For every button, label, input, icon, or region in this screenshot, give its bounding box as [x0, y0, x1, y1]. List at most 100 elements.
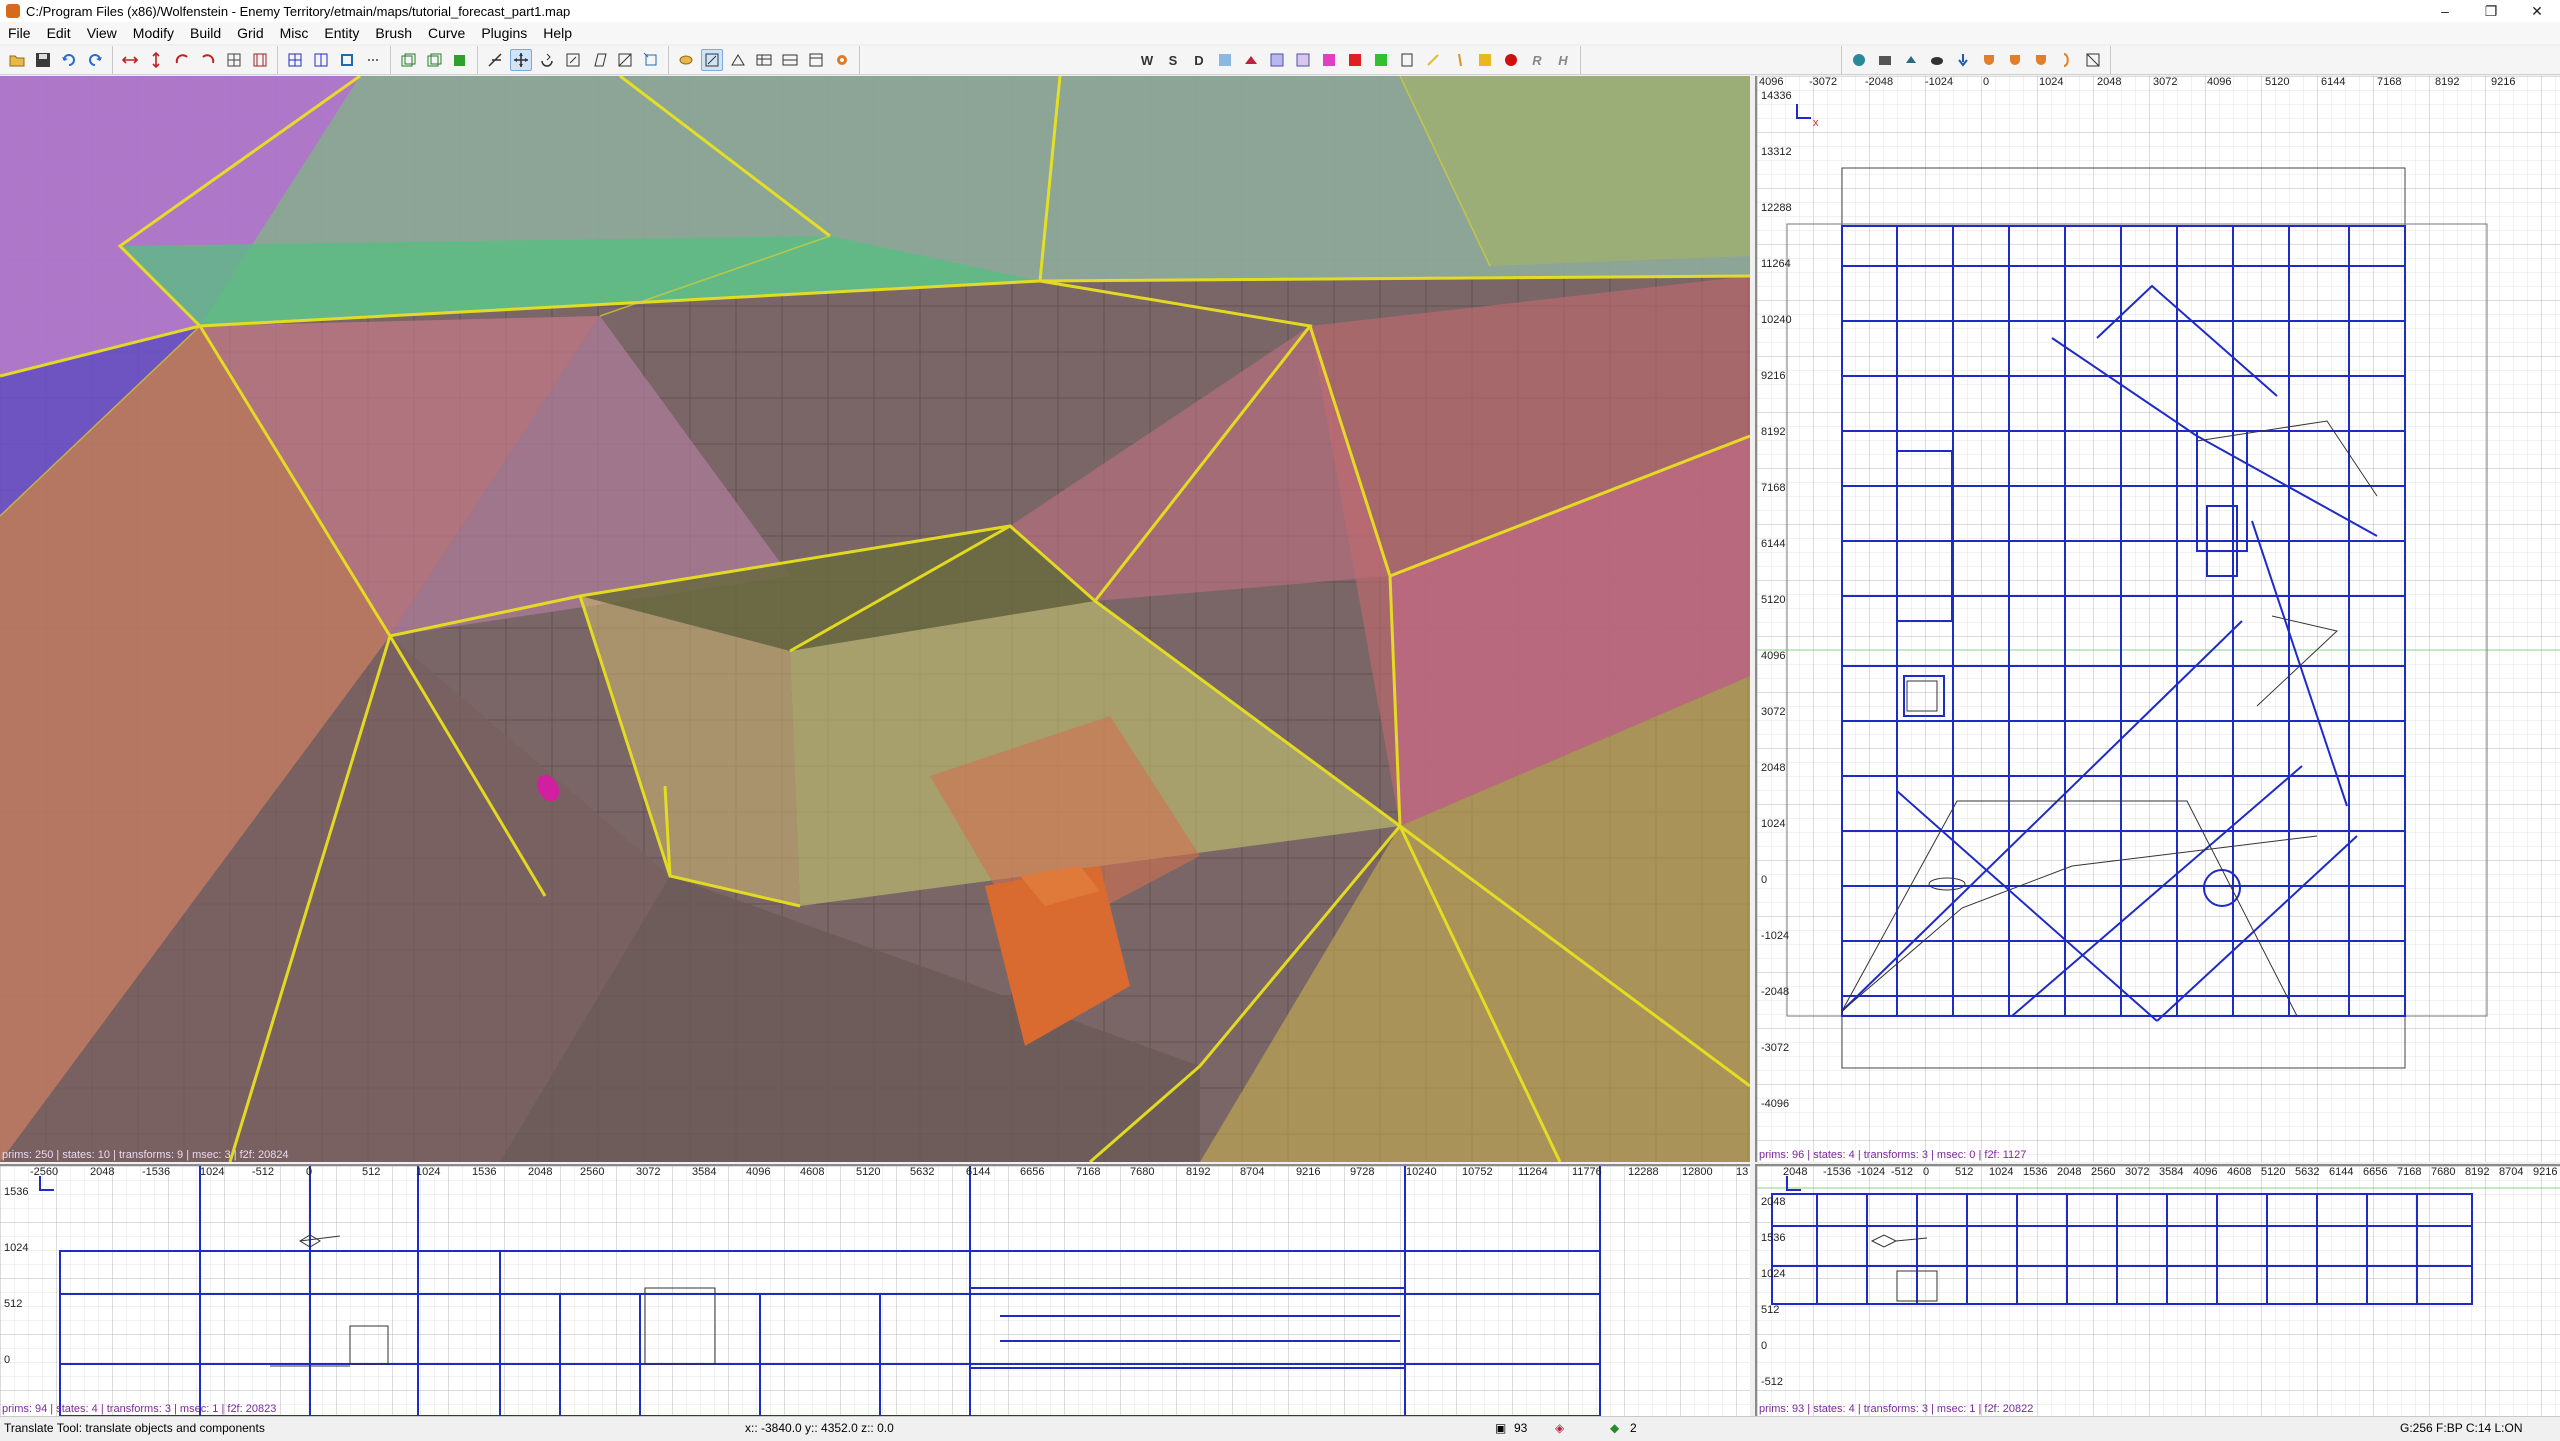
- clipper-icon[interactable]: [484, 49, 506, 71]
- menu-view[interactable]: View: [79, 25, 125, 41]
- entity-icon: ◆: [1610, 1421, 1620, 1435]
- filter-triggers-icon[interactable]: [1370, 49, 1392, 71]
- menu-build[interactable]: Build: [182, 25, 229, 41]
- save-icon[interactable]: [32, 49, 54, 71]
- flip-y-icon[interactable]: [145, 49, 167, 71]
- patch-icon[interactable]: [675, 49, 697, 71]
- plugin-bob-icon[interactable]: [1952, 49, 1974, 71]
- show-region-toggle[interactable]: R: [1526, 49, 1548, 71]
- plugin-bracket-icon[interactable]: [2056, 49, 2078, 71]
- filter-bot-icon[interactable]: [1500, 49, 1522, 71]
- csg-subtract-icon[interactable]: [223, 49, 245, 71]
- menu-curve[interactable]: Curve: [420, 25, 473, 41]
- filter-paths-icon[interactable]: [1422, 49, 1444, 71]
- filter-hint-icon[interactable]: [1266, 49, 1288, 71]
- xz-h-tick: 11264: [1518, 1166, 1548, 1178]
- more-icon[interactable]: [362, 49, 384, 71]
- xz-v-tick: 1024: [4, 1242, 29, 1254]
- cube-icon[interactable]: [449, 49, 471, 71]
- menu-file[interactable]: File: [0, 25, 39, 41]
- camera-viewport[interactable]: prims: 250 | states: 10 | transforms: 9 …: [0, 76, 1750, 1162]
- xz-h-tick: 1536: [472, 1166, 497, 1178]
- xy-h-tick: 4096: [2207, 76, 2232, 88]
- menu-entity[interactable]: Entity: [316, 25, 367, 41]
- xz-h-tick: 4608: [800, 1166, 825, 1178]
- texture-lock-icon[interactable]: [397, 49, 419, 71]
- scale-tool-icon[interactable]: [562, 49, 584, 71]
- menu-plugins[interactable]: Plugins: [473, 25, 535, 41]
- menu-misc[interactable]: Misc: [272, 25, 317, 41]
- xz-h-tick: 2048: [90, 1166, 115, 1178]
- filter-clip-icon[interactable]: [1240, 49, 1262, 71]
- patch-view-icon[interactable]: [805, 49, 827, 71]
- yz-h-tick: 9216: [2533, 1166, 2558, 1178]
- plugin-shield3-icon[interactable]: [2030, 49, 2052, 71]
- filter-models-icon[interactable]: [1344, 49, 1366, 71]
- window-title: C:/Program Files (x86)/Wolfenstein - Ene…: [26, 3, 571, 19]
- patch-table-icon[interactable]: [753, 49, 775, 71]
- xy-v-tick: 4096: [1761, 650, 1786, 662]
- plugin-camera-icon[interactable]: [1900, 49, 1922, 71]
- bsp-compile-icon[interactable]: [1848, 49, 1870, 71]
- xz-v-tick: 1536: [4, 1186, 29, 1198]
- xz-viewport[interactable]: -2560 2048 -1536 1024 -512 0 512 1024 15…: [0, 1164, 1750, 1416]
- yz-v-tick: 512: [1761, 1304, 1780, 1316]
- yz-h-tick: 7680: [2431, 1166, 2456, 1178]
- show-world-toggle[interactable]: W: [1136, 49, 1158, 71]
- filter-entities-icon[interactable]: [1396, 49, 1418, 71]
- menu-modify[interactable]: Modify: [125, 25, 182, 41]
- xz-h-tick: 7168: [1076, 1166, 1101, 1178]
- view-change-icon[interactable]: [310, 49, 332, 71]
- menu-edit[interactable]: Edit: [39, 25, 79, 41]
- show-detail-toggle[interactable]: D: [1188, 49, 1210, 71]
- rotate-tool-icon[interactable]: [536, 49, 558, 71]
- yz-h-tick: 512: [1955, 1166, 1974, 1178]
- patch-weld-icon[interactable]: [727, 49, 749, 71]
- open-icon[interactable]: [6, 49, 28, 71]
- patch-grid-icon[interactable]: [779, 49, 801, 71]
- show-hidden-toggle[interactable]: H: [1552, 49, 1574, 71]
- skew-tool-icon[interactable]: [588, 49, 610, 71]
- yz-viewport[interactable]: 2048 -1536 -1024 -512 0 512 1024 1536 20…: [1755, 1164, 2560, 1416]
- resize-tool-icon[interactable]: [640, 49, 662, 71]
- filter-areaportals-icon[interactable]: [1214, 49, 1236, 71]
- cubic-clip-icon[interactable]: [336, 49, 358, 71]
- xy-v-tick: 9216: [1761, 370, 1786, 382]
- patch-bend-icon[interactable]: [701, 49, 723, 71]
- drag-tool-icon[interactable]: [614, 49, 636, 71]
- xy-h-tick: 1024: [2039, 76, 2064, 88]
- filter-structural-icon[interactable]: [1474, 49, 1496, 71]
- menu-grid[interactable]: Grid: [229, 25, 271, 41]
- filter-decals-icon[interactable]: [1448, 49, 1470, 71]
- xz-h-tick: 3072: [636, 1166, 661, 1178]
- filter-caulk-icon[interactable]: [1292, 49, 1314, 71]
- rotate-lock-icon[interactable]: [423, 49, 445, 71]
- minimize-button[interactable]: –: [2422, 0, 2468, 22]
- view-xy-icon[interactable]: [284, 49, 306, 71]
- xz-h-tick: -2560: [30, 1166, 59, 1178]
- menu-brush[interactable]: Brush: [367, 25, 420, 41]
- plugin-shield1-icon[interactable]: [1978, 49, 2000, 71]
- plugin-disk-icon[interactable]: [1874, 49, 1896, 71]
- translate-tool-icon[interactable]: [510, 49, 532, 71]
- undo-icon[interactable]: [58, 49, 80, 71]
- menu-help[interactable]: Help: [535, 25, 580, 41]
- maximize-button[interactable]: ❐: [2468, 0, 2514, 22]
- xy-v-tick: -1024: [1761, 930, 1790, 942]
- xz-h-tick: 11776: [1572, 1166, 1602, 1178]
- csg-merge-icon[interactable]: [249, 49, 271, 71]
- rotate-x-icon[interactable]: [171, 49, 193, 71]
- xy-v-tick: 5120: [1761, 594, 1786, 606]
- plugin-animal-icon[interactable]: [1926, 49, 1948, 71]
- rotate-y-icon[interactable]: [197, 49, 219, 71]
- plugin-shield2-icon[interactable]: [2004, 49, 2026, 71]
- yz-h-tick: 2560: [2091, 1166, 2116, 1178]
- plugin-cross-icon[interactable]: [2082, 49, 2104, 71]
- close-button[interactable]: ✕: [2514, 0, 2560, 22]
- flip-x-icon[interactable]: [119, 49, 141, 71]
- redo-icon[interactable]: [84, 49, 106, 71]
- filter-lights-icon[interactable]: [1318, 49, 1340, 71]
- plugin-gear-icon[interactable]: [831, 49, 853, 71]
- xy-viewport[interactable]: x 4096 -3072 -2048 -1024 0 1024 2048 307…: [1755, 76, 2560, 1162]
- show-shader-toggle[interactable]: S: [1162, 49, 1184, 71]
